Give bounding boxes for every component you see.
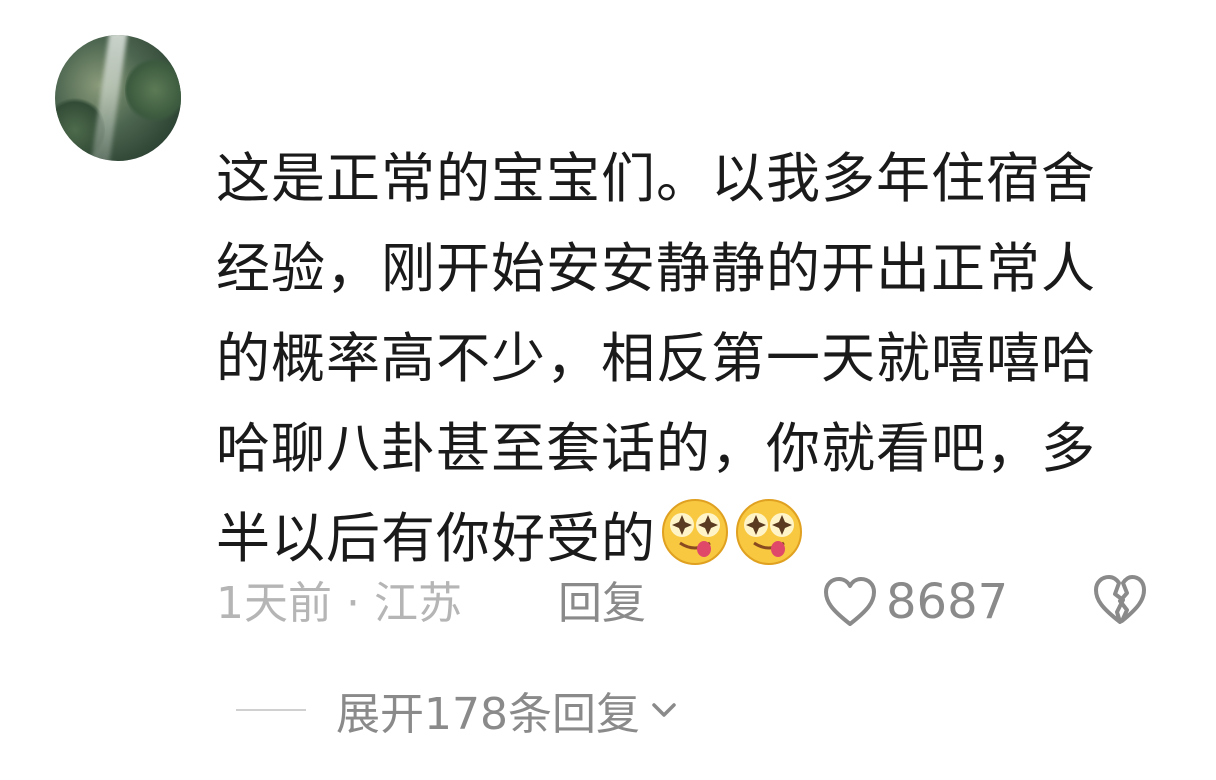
chevron-down-icon xyxy=(652,703,676,717)
comment-item: 这是正常的宝宝们。以我多年住宿舍经验，刚开始安安静静的开出正常人的概率高不少，相… xyxy=(0,0,1216,780)
expand-replies-label: 展开178条回复 xyxy=(336,689,640,740)
star-eyes-tongue-emoji xyxy=(734,497,804,567)
comment-body: 这是正常的宝宝们。以我多年住宿舍经验，刚开始安安静静的开出正常人的概率高不少，相… xyxy=(216,134,1121,584)
broken-heart-icon xyxy=(1094,575,1146,624)
meta-separator: · xyxy=(346,578,360,629)
divider-line xyxy=(236,709,306,711)
comment-location: 江苏 xyxy=(374,578,462,629)
like-button[interactable]: 8687 xyxy=(822,572,1008,632)
reply-button[interactable]: 回复 xyxy=(558,574,646,634)
expand-replies-button[interactable]: 展开178条回复 xyxy=(236,682,680,740)
avatar-waterfall xyxy=(90,35,128,161)
like-count: 8687 xyxy=(886,574,1009,630)
heart-outline-icon xyxy=(824,577,876,626)
star-eyes-tongue-emoji xyxy=(660,497,730,567)
comment-meta: 1天前 · 江苏 xyxy=(216,574,462,634)
avatar[interactable] xyxy=(55,35,181,161)
comment-text: 这是正常的宝宝们。以我多年住宿舍经验，刚开始安安静静的开出正常人的概率高不少，相… xyxy=(216,147,1096,570)
comment-time: 1天前 xyxy=(216,578,332,629)
avatar-foliage xyxy=(125,55,181,125)
dislike-button[interactable] xyxy=(1090,572,1150,632)
